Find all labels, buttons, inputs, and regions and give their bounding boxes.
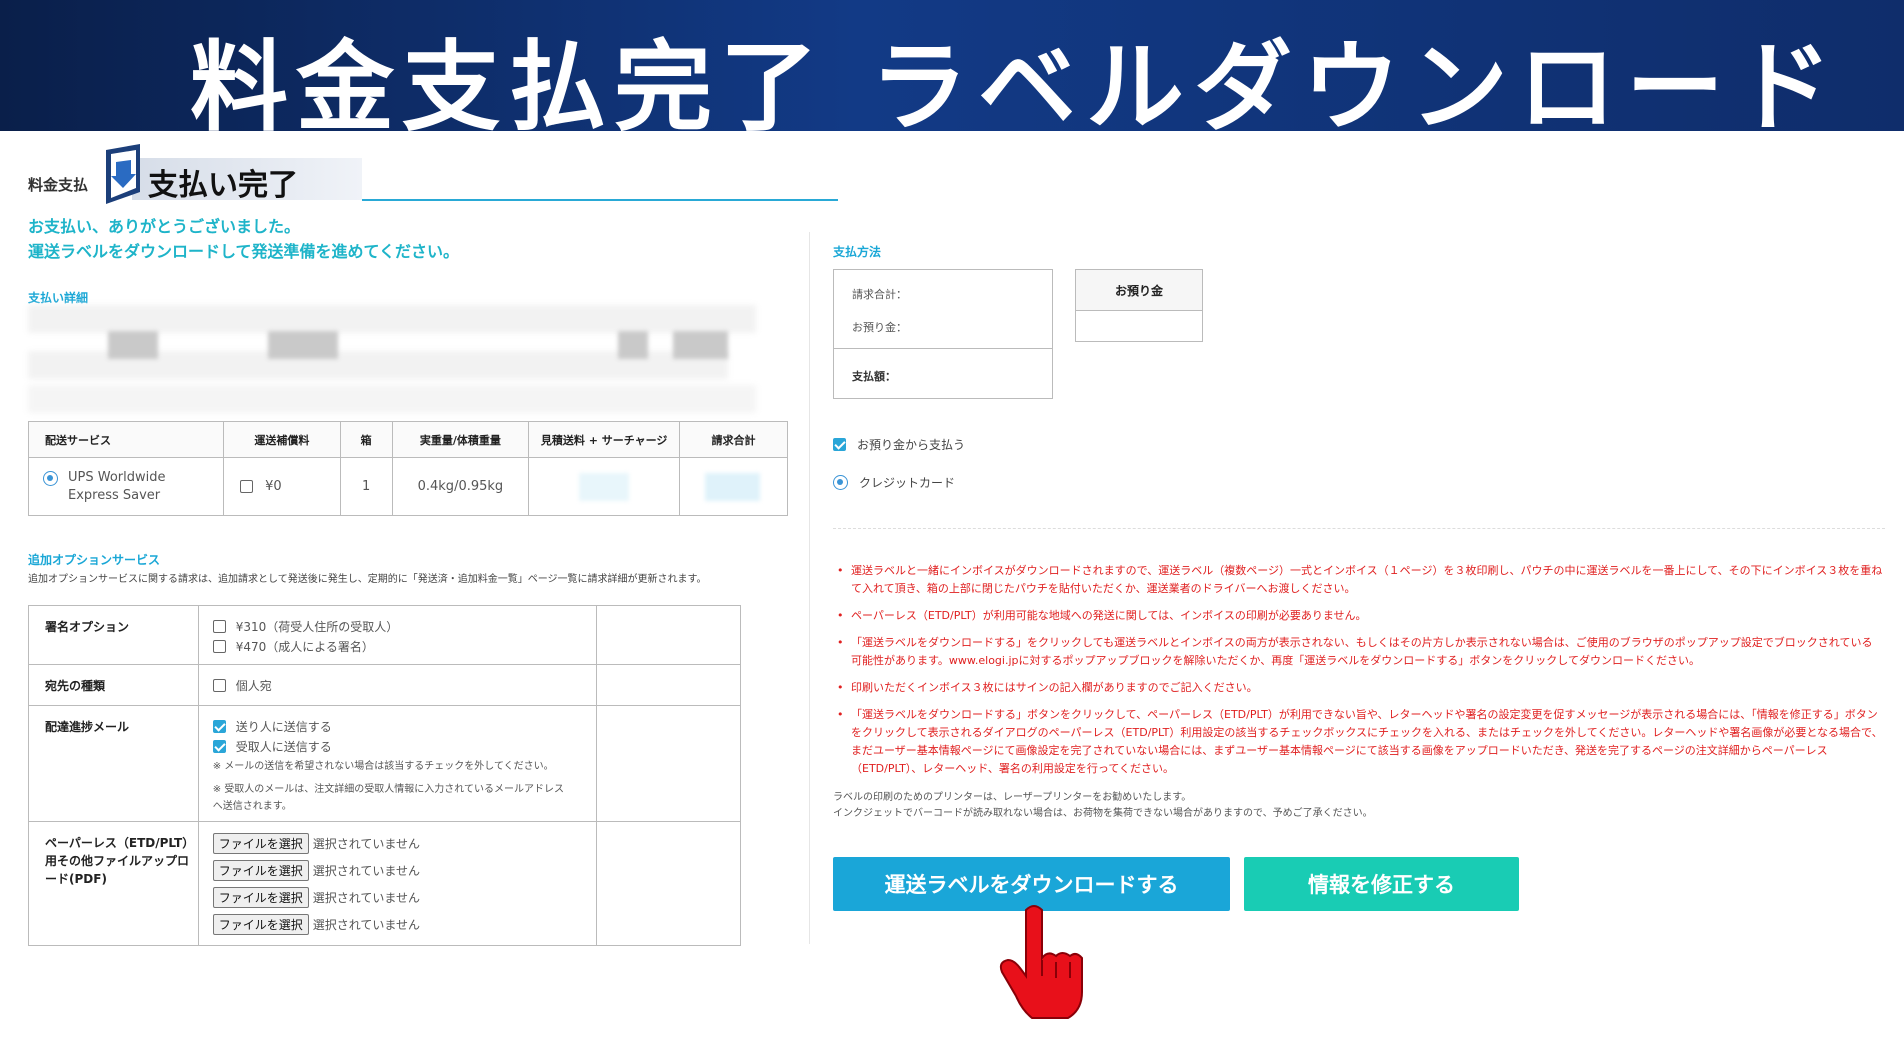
file-select-button-1[interactable]: ファイルを選択 xyxy=(212,833,309,854)
options-table: 署名オプション ¥310（荷受人住所の受取人） ¥470（成人による署名） 宛先… xyxy=(28,605,742,946)
table-row: 配達進捗メール 送り人に送信する 受取人に送信する ※ メールの送信を希望されな… xyxy=(28,705,742,822)
file-status-1: 選択されていません xyxy=(312,837,420,851)
deposit-label: お預り金： xyxy=(852,321,907,334)
service-cell[interactable]: UPS Worldwide Express Saver xyxy=(28,457,224,516)
warning-item: 「運送ラベルをダウンロードする」をクリックしても運送ラベルとインボイスの両方が表… xyxy=(833,634,1883,670)
thanks-line-1: お支払い、ありがとうございました。 xyxy=(28,217,301,236)
options-description: 追加オプションサービスに関する請求は、追加請求として発送後に発生し、定期的に「発… xyxy=(28,574,707,585)
signature-checkbox-2[interactable] xyxy=(212,639,226,653)
file-select-button-3[interactable]: ファイルを選択 xyxy=(212,887,309,908)
blurred-details xyxy=(28,305,756,413)
progress-mail-label: 配達進捗メール xyxy=(28,705,199,822)
warning-item: 印刷いただくインボイス３枚にはサインの記入欄がありますのでご記入ください。 xyxy=(833,679,1883,697)
credit-card-label: クレジットカード xyxy=(859,476,956,490)
mail-note-2: ※ 受取人のメールは、注文詳細の受取人情報に入力されているメールアドレスへ送信さ… xyxy=(212,784,564,812)
destination-label: 宛先の種類 xyxy=(28,664,199,706)
table-row: 署名オプション ¥310（荷受人住所の受取人） ¥470（成人による署名） xyxy=(28,605,742,665)
weight-value: 0.4kg/0.95kg xyxy=(391,457,530,516)
printer-note-line-2: インクジェットでバーコードが読み取れない場合は、お荷物を集荷できない場合がありま… xyxy=(833,808,1373,819)
estimate-value xyxy=(528,457,681,516)
shipping-table: 配送サービス 運送補償料 箱 実重量/体積重量 見積送料 + サーチャージ 請求… xyxy=(28,421,788,516)
signature-label: 署名オプション xyxy=(28,605,199,665)
compensation-checkbox[interactable] xyxy=(239,480,253,493)
file-status-3: 選択されていません xyxy=(312,891,420,905)
file-status-4: 選択されていません xyxy=(312,918,420,932)
signature-option-1: ¥310（荷受人住所の受取人） xyxy=(235,619,399,634)
banner-title-left: 料金支払完了 xyxy=(190,31,827,145)
pay-from-deposit-checkbox[interactable] xyxy=(833,438,846,451)
printer-note-line-1: ラベルの印刷のためのプリンターは、レーザープリンターをお勧めいたします。 xyxy=(833,792,1192,803)
thanks-message: お支払い、ありがとうございました。 運送ラベルをダウンロードして発送準備を進めて… xyxy=(28,214,459,264)
warning-item: 「運送ラベルをダウンロードする」ボタンをクリックして、ペーパーレス（ETD/PL… xyxy=(833,706,1883,778)
boxes-value: 1 xyxy=(339,457,393,516)
thanks-line-2: 運送ラベルをダウンロードして発送準備を進めてください。 xyxy=(28,242,460,261)
recipient-mail-checkbox[interactable] xyxy=(212,739,226,753)
pointing-hand-icon xyxy=(999,905,1083,1019)
table-row: 宛先の種類 個人宛 xyxy=(28,664,742,706)
recipient-mail-option: 受取人に送信する xyxy=(235,739,332,754)
payment-summary: 請求合計： お預り金： 支払額： xyxy=(833,269,1053,399)
edit-info-button[interactable]: 情報を修正する xyxy=(1244,857,1519,911)
sender-mail-checkbox[interactable] xyxy=(212,719,226,733)
dashed-divider xyxy=(833,528,1885,529)
progress-mail-options: 送り人に送信する 受取人に送信する ※ メールの送信を希望されない場合は該当する… xyxy=(197,705,597,822)
options-heading: 追加オプションサービス xyxy=(28,553,161,567)
file-select-button-2[interactable]: ファイルを選択 xyxy=(212,860,309,881)
download-label-button[interactable]: 運送ラベルをダウンロードする xyxy=(833,857,1230,911)
paperless-uploads: ファイルを選択 選択されていません ファイルを選択 選択されていません ファイルを選… xyxy=(197,821,597,946)
deposit-box-title: お預り金 xyxy=(1076,270,1202,311)
col-boxes: 箱 xyxy=(339,421,393,458)
shipping-table-header: 配送サービス 運送補償料 箱 実重量/体積重量 見積送料 + サーチャージ 請求… xyxy=(28,421,788,458)
pay-from-deposit-label: お預り金から支払う xyxy=(857,438,966,452)
deposit-box: お預り金 xyxy=(1075,269,1203,342)
total-label: 請求合計： xyxy=(852,288,907,301)
signature-options: ¥310（荷受人住所の受取人） ¥470（成人による署名） xyxy=(197,605,597,665)
file-select-button-4[interactable]: ファイルを選択 xyxy=(212,914,309,935)
signature-option-2: ¥470（成人による署名） xyxy=(235,639,374,654)
signature-checkbox-1[interactable] xyxy=(212,619,226,633)
mail-note-1: ※ メールの送信を希望されない場合は該当するチェックを外してください。 xyxy=(212,761,554,772)
warning-item: 運送ラベルと一緒にインボイスがダウンロードされますので、運送ラベル（複数ページ）… xyxy=(833,562,1883,598)
step-underline xyxy=(362,199,838,201)
file-status-2: 選択されていません xyxy=(312,864,420,878)
payment-heading: 支払方法 xyxy=(833,245,882,259)
paperless-label: ペーパーレス（ETD/PLT）用その他ファイルアップロード(PDF) xyxy=(28,821,199,946)
col-compensation: 運送補償料 xyxy=(222,421,341,458)
destination-option: 個人宛 xyxy=(235,678,272,693)
col-total: 請求合計 xyxy=(679,421,788,458)
pay-by-card[interactable]: クレジットカード xyxy=(833,474,955,491)
step-arrow-icon xyxy=(106,144,140,204)
destination-options: 個人宛 xyxy=(197,664,597,706)
column-divider xyxy=(809,232,810,944)
col-service: 配送サービス xyxy=(28,421,224,458)
step-name: 支払い完了 xyxy=(148,168,298,203)
details-heading: 支払い詳細 xyxy=(28,291,89,305)
service-name: UPS Worldwide Express Saver xyxy=(68,469,166,503)
sender-mail-option: 送り人に送信する xyxy=(235,719,332,734)
pay-amount-label: 支払額： xyxy=(852,370,896,383)
col-weight: 実重量/体積重量 xyxy=(391,421,530,458)
printer-note: ラベルの印刷のためのプリンターは、レーザープリンターをお勧めいたします。 インク… xyxy=(833,790,1373,822)
warning-item: ペーパーレス（ETD/PLT）が利用可能な地域への発送に関しては、インボイスの印… xyxy=(833,607,1883,625)
service-radio[interactable] xyxy=(43,470,58,486)
pay-from-deposit[interactable]: お預り金から支払う xyxy=(833,436,965,453)
table-row: UPS Worldwide Express Saver ¥0 1 0.4kg/0… xyxy=(28,457,788,516)
destination-checkbox[interactable] xyxy=(212,678,226,692)
total-value xyxy=(679,457,788,516)
step-header: 料金支払 支払い完了 xyxy=(28,144,838,204)
banner: 料金支払完了 ラベルダウンロード xyxy=(0,0,1904,145)
step-label: 料金支払 xyxy=(28,176,89,194)
compensation-cell: ¥0 xyxy=(222,457,341,516)
compensation-value: ¥0 xyxy=(265,479,282,494)
col-estimate: 見積送料 + サーチャージ xyxy=(528,421,681,458)
credit-card-radio[interactable] xyxy=(833,475,848,490)
warning-list: 運送ラベルと一緒にインボイスがダウンロードされますので、運送ラベル（複数ページ）… xyxy=(833,562,1883,787)
table-row: ペーパーレス（ETD/PLT）用その他ファイルアップロード(PDF) ファイルを… xyxy=(28,821,742,946)
banner-title-right: ラベルダウンロード xyxy=(870,31,1843,145)
